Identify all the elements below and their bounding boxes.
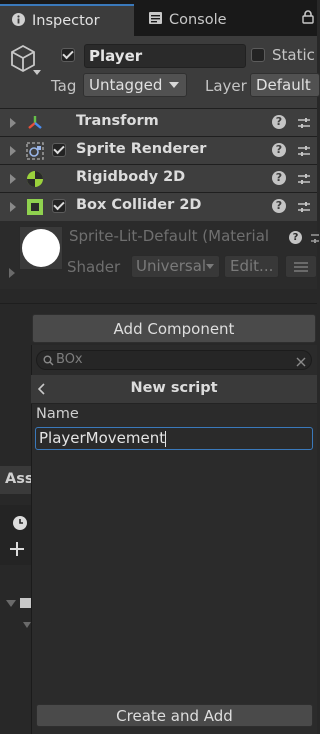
info-icon [12, 12, 25, 30]
divider [0, 303, 317, 304]
search-icon [43, 354, 54, 370]
script-name-input[interactable]: PlayerMovement [35, 427, 313, 450]
clear-search-icon[interactable] [296, 355, 306, 371]
popup-title: New script [130, 380, 218, 396]
rigidbody-icon [26, 170, 44, 188]
component-name: Transform [76, 113, 159, 129]
box-collider-icon [26, 198, 44, 216]
search-input[interactable]: BOx [56, 351, 83, 369]
shader-menu-button[interactable] [285, 255, 317, 278]
foldout-arrow-icon[interactable] [10, 146, 16, 156]
help-icon[interactable]: ? [272, 171, 286, 185]
text-cursor [165, 430, 167, 447]
icon-dropdown-arrow-icon[interactable] [33, 70, 41, 75]
help-icon[interactable]: ? [272, 199, 286, 213]
transform-icon [26, 114, 44, 132]
layer-label: Layer [205, 77, 247, 95]
folder-icon [20, 598, 31, 608]
assets-tab[interactable]: Ass [0, 466, 34, 494]
foldout-arrow-icon[interactable] [10, 174, 16, 184]
tab-inspector[interactable]: Inspector [0, 4, 134, 36]
tag-dropdown-value: Untagged [89, 76, 163, 94]
preset-settings-icon[interactable] [296, 199, 312, 215]
lock-icon[interactable] [302, 10, 314, 28]
preset-settings-icon[interactable] [296, 115, 312, 131]
chevron-down-icon [169, 82, 179, 88]
sprite-renderer-icon [26, 142, 44, 160]
shader-label: Shader [67, 258, 121, 276]
material-name: Sprite-Lit-Default (Material [69, 227, 270, 245]
chevron-down-icon [206, 264, 214, 269]
foldout-arrow-icon[interactable] [10, 202, 16, 212]
preset-settings-icon[interactable] [309, 230, 319, 250]
layer-dropdown-value: Default [256, 76, 311, 94]
static-label: Static [272, 46, 315, 64]
create-and-add-button[interactable]: Create and Add [36, 704, 313, 727]
component-row-transform[interactable]: Transform ? [0, 108, 317, 136]
script-name-value: PlayerMovement [39, 429, 166, 447]
add-component-button[interactable]: Add Component [32, 314, 316, 343]
popup-header: New script [31, 375, 317, 404]
component-name: Sprite Renderer [76, 141, 207, 157]
object-name-field[interactable]: Player [84, 44, 246, 68]
static-checkbox[interactable] [251, 48, 265, 62]
help-icon[interactable]: ? [272, 143, 286, 157]
component-row-box-collider-2d[interactable]: Box Collider 2D ? [0, 192, 317, 221]
component-name: Box Collider 2D [76, 197, 202, 213]
console-icon [149, 12, 162, 28]
component-enabled-checkbox[interactable] [52, 143, 66, 157]
inspector-header: Player Static Tag Untagged Layer Default [0, 36, 320, 108]
tab-inspector-label: Inspector [32, 13, 100, 29]
plus-icon[interactable] [9, 541, 25, 561]
project-toolbar [0, 505, 31, 565]
material-preview[interactable] [19, 226, 63, 270]
active-checkbox[interactable] [61, 48, 75, 62]
foldout-arrow-icon[interactable] [10, 118, 16, 128]
material-section: Sprite-Lit-Default (Material ? Shader Un… [0, 221, 319, 289]
shader-dropdown[interactable]: Universal [131, 255, 220, 278]
layer-dropdown[interactable]: Default [250, 73, 320, 97]
tag-label: Tag [51, 77, 77, 95]
tab-console[interactable]: Console [137, 4, 272, 36]
foldout-arrow-icon[interactable] [9, 268, 15, 278]
component-row-sprite-renderer[interactable]: Sprite Renderer ? [0, 136, 317, 164]
foldout-arrow-icon[interactable] [23, 622, 31, 628]
shader-dropdown-value: Universal [136, 257, 207, 275]
material-sphere [22, 229, 60, 267]
search-field[interactable]: BOx [36, 350, 312, 370]
preset-settings-icon[interactable] [296, 171, 312, 187]
help-icon[interactable]: ? [289, 231, 302, 244]
component-name: Rigidbody 2D [76, 169, 186, 185]
help-icon[interactable]: ? [272, 115, 286, 129]
tag-dropdown[interactable]: Untagged [83, 73, 187, 97]
shader-edit-button[interactable]: Edit... [224, 255, 279, 278]
history-icon[interactable] [12, 515, 28, 535]
tab-console-label: Console [169, 12, 227, 28]
assets-tab-label: Ass [5, 471, 34, 487]
tab-bar: Inspector Console [0, 0, 317, 36]
name-label: Name [36, 406, 79, 422]
preset-settings-icon[interactable] [296, 143, 312, 159]
foldout-arrow-icon[interactable] [6, 600, 16, 607]
component-row-rigidbody-2d[interactable]: Rigidbody 2D ? [0, 164, 317, 192]
component-enabled-checkbox[interactable] [52, 199, 66, 213]
